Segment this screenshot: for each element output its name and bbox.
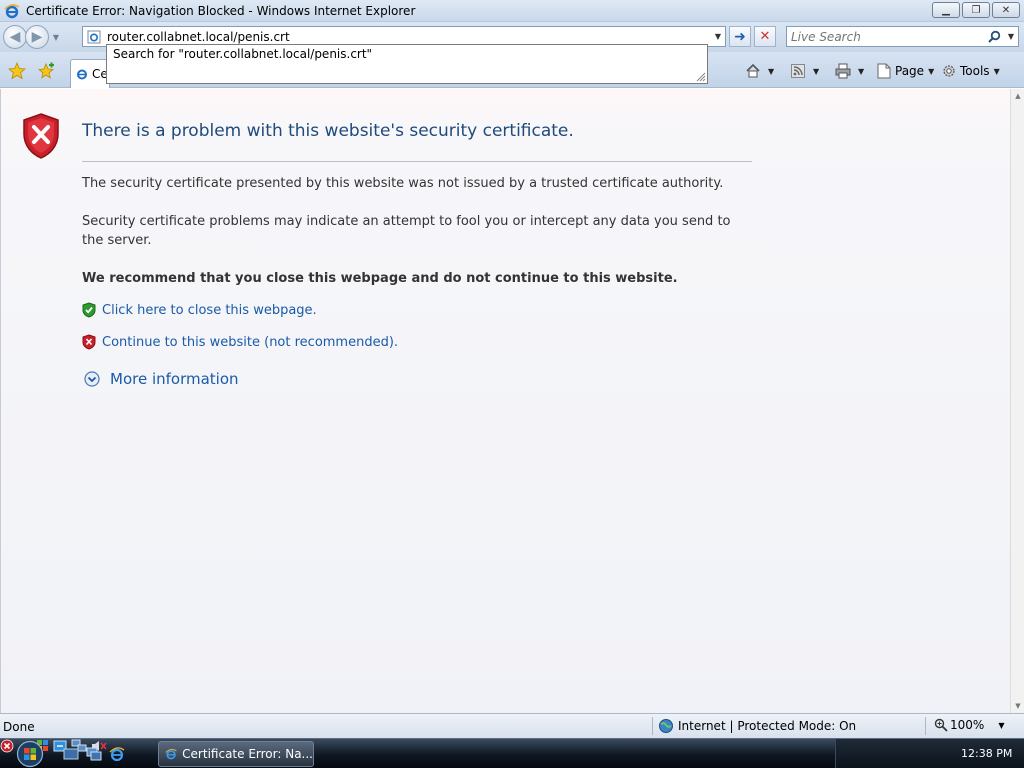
- home-dropdown-icon[interactable]: ▼: [768, 67, 774, 76]
- internet-globe-icon: [659, 719, 673, 733]
- back-button[interactable]: ◀: [3, 25, 27, 49]
- show-desktop-icon[interactable]: [62, 746, 80, 762]
- search-box: ▼: [786, 26, 1019, 47]
- minimize-icon: ▁: [942, 4, 950, 16]
- feeds-button[interactable]: ▼: [789, 61, 819, 81]
- status-bar: Done Internet | Protected Mode: On 100% …: [0, 713, 1024, 738]
- zoom-level-button[interactable]: 100% ▼: [934, 718, 1004, 732]
- continue-website-link[interactable]: Continue to this website (not recommende…: [82, 334, 398, 350]
- autocomplete-item[interactable]: Search for "router.collabnet.local/penis…: [113, 47, 372, 61]
- rss-feed-icon: [789, 62, 807, 80]
- status-separator: [925, 717, 926, 735]
- scroll-up-icon[interactable]: ▲: [1011, 89, 1024, 103]
- stop-icon: ✕: [759, 29, 771, 44]
- title-bar: Certificate Error: Navigation Blocked - …: [0, 0, 1024, 22]
- expand-chevron-icon: [84, 371, 100, 387]
- divider: [82, 161, 752, 162]
- stop-button[interactable]: ✕: [754, 26, 776, 47]
- forward-button[interactable]: ▶: [25, 25, 49, 49]
- go-button[interactable]: ➜: [729, 26, 751, 47]
- status-text: Done: [3, 720, 35, 734]
- ie-page-icon: [85, 28, 103, 46]
- switch-windows-icon[interactable]: [85, 746, 103, 762]
- scroll-down-icon[interactable]: ▼: [1011, 699, 1024, 713]
- green-shield-icon: [82, 302, 96, 318]
- search-provider-dropdown[interactable]: ▼: [1004, 32, 1018, 41]
- search-icon[interactable]: [984, 30, 1004, 43]
- chevron-down-icon: ▼: [998, 720, 1005, 730]
- taskbar-clock: 12:38 PM: [961, 747, 1013, 760]
- go-arrow-icon: ➜: [734, 28, 746, 45]
- recent-pages-dropdown[interactable]: ▼: [50, 25, 62, 49]
- ie-logo-icon: [165, 748, 177, 760]
- page-menu-label: Page: [895, 64, 925, 78]
- print-dropdown-icon[interactable]: ▼: [858, 67, 864, 76]
- minimize-button[interactable]: ▁: [932, 2, 960, 18]
- back-arrow-icon: ◀: [9, 29, 21, 45]
- continue-website-label: Continue to this website (not recommende…: [102, 334, 399, 350]
- feeds-dropdown-icon[interactable]: ▼: [813, 67, 819, 76]
- security-warning-text: Security certificate problems may indica…: [82, 214, 731, 248]
- restore-icon: ❐: [971, 4, 981, 16]
- taskbar-ie-window[interactable]: Certificate Error: Na...: [158, 741, 314, 767]
- favorites-star-icon: [8, 62, 26, 80]
- address-dropdown[interactable]: ▼: [711, 32, 725, 41]
- windows-start-orb-icon: [16, 740, 44, 768]
- recommendation-text: We recommend that you close this webpage…: [82, 271, 678, 286]
- window-title: Certificate Error: Navigation Blocked - …: [26, 3, 416, 18]
- chevron-down-icon: ▼: [928, 66, 935, 76]
- add-favorites-button[interactable]: [34, 60, 58, 82]
- page-icon: [875, 62, 893, 80]
- more-information-toggle[interactable]: More information: [84, 370, 239, 388]
- home-button[interactable]: ▼: [744, 61, 774, 81]
- address-input[interactable]: [103, 27, 711, 46]
- resize-grip-icon[interactable]: [696, 72, 706, 82]
- close-webpage-label: Click here to close this webpage.: [102, 302, 317, 318]
- gear-icon: [940, 62, 958, 80]
- home-icon: [744, 62, 762, 80]
- address-autocomplete[interactable]: Search for "router.collabnet.local/penis…: [106, 44, 708, 84]
- status-separator: [652, 717, 653, 735]
- error-shield-icon: [23, 113, 59, 159]
- close-webpage-link[interactable]: Click here to close this webpage.: [82, 302, 317, 318]
- forward-arrow-icon: ▶: [31, 29, 43, 45]
- print-button[interactable]: ▼: [834, 61, 864, 81]
- zoom-level-label: 100%: [950, 718, 985, 732]
- taskbar-window-label: Certificate Error: Na...: [182, 747, 313, 761]
- tools-menu-label: Tools: [960, 64, 990, 78]
- maximize-button[interactable]: ❐: [962, 2, 990, 18]
- tools-menu-button[interactable]: Tools ▼: [940, 61, 1000, 81]
- zoom-icon: [934, 718, 948, 732]
- security-zone-label: Internet | Protected Mode: On: [678, 719, 857, 733]
- red-shield-icon: [82, 334, 96, 350]
- tab-certificate-error[interactable]: Ce: [70, 59, 110, 88]
- taskbar: Certificate Error: Na... 12:38 PM: [0, 738, 1024, 768]
- close-icon: ✕: [1001, 4, 1011, 16]
- close-button[interactable]: ✕: [992, 2, 1020, 18]
- internet-explorer-quicklaunch-icon[interactable]: [108, 746, 126, 762]
- chevron-down-icon: ▼: [52, 32, 60, 42]
- ie-tab-icon: [77, 69, 87, 80]
- page-menu-button[interactable]: Page ▼: [875, 61, 934, 81]
- favorites-center-button[interactable]: [5, 60, 29, 82]
- more-information-label: More information: [110, 370, 239, 388]
- security-zone[interactable]: Internet | Protected Mode: On: [658, 718, 856, 734]
- vertical-scrollbar[interactable]: ▲ ▼: [1010, 89, 1024, 713]
- ie-logo-icon: [4, 3, 20, 19]
- add-favorites-icon: [38, 62, 54, 79]
- search-input[interactable]: [787, 27, 984, 46]
- page-title: There is a problem with this website's s…: [82, 121, 574, 141]
- start-button[interactable]: [10, 740, 50, 768]
- error-description: The security certificate presented by th…: [82, 176, 724, 191]
- printer-icon: [834, 62, 852, 80]
- chevron-down-icon: ▼: [993, 66, 1000, 76]
